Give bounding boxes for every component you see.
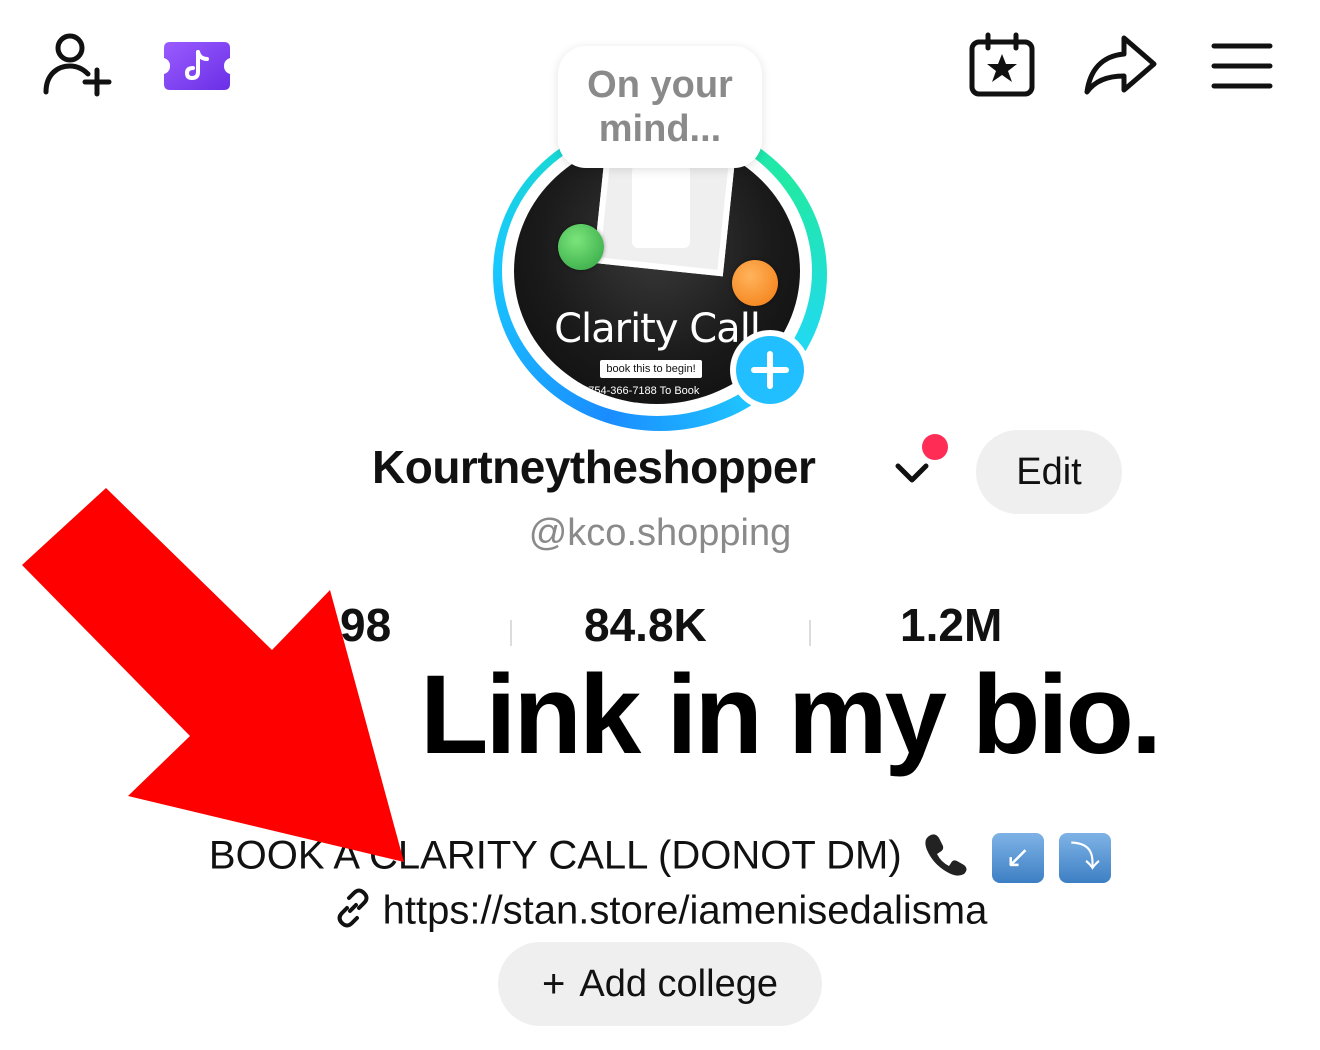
phone-bubble-icon bbox=[732, 260, 778, 306]
add-college-label: Add college bbox=[579, 962, 778, 1005]
avatar-phone-text: ✆ 754-366-7188 To Book bbox=[576, 385, 700, 397]
overlay-caption: Link in my bio. bbox=[420, 652, 1162, 777]
tiktok-ticket-icon bbox=[164, 42, 230, 90]
telephone-icon bbox=[919, 828, 971, 888]
arrow-curve-down-icon: ⤵ bbox=[1059, 833, 1112, 883]
note-bubble[interactable]: On your mind... bbox=[558, 46, 762, 168]
note-bubble-text: On your mind... bbox=[587, 64, 733, 150]
link-icon bbox=[333, 888, 373, 938]
red-arrow-annotation bbox=[0, 470, 440, 890]
arrow-down-left-icon: ↙ bbox=[991, 833, 1044, 883]
tiktok-ticket-button[interactable] bbox=[162, 40, 232, 92]
bio-link[interactable]: https://stan.store/iamenisedalisma bbox=[0, 888, 1320, 938]
stat-divider bbox=[510, 620, 512, 646]
calendar-button[interactable] bbox=[966, 32, 1038, 98]
calendar-star-icon bbox=[969, 32, 1035, 97]
add-story-button[interactable] bbox=[730, 330, 810, 410]
chat-bubble-icon bbox=[558, 224, 604, 270]
share-arrow-icon bbox=[1084, 35, 1157, 95]
followers-count[interactable]: 84.8K bbox=[584, 598, 707, 652]
stat-divider bbox=[809, 620, 811, 646]
avatar-pill-text: book this to begin! bbox=[600, 360, 702, 378]
notification-dot bbox=[922, 434, 948, 460]
note-bubble-tail bbox=[673, 190, 687, 204]
share-button[interactable] bbox=[1082, 32, 1160, 98]
likes-count[interactable]: 1.2M bbox=[900, 598, 1002, 652]
plus-icon bbox=[751, 351, 789, 389]
menu-button[interactable] bbox=[1208, 38, 1276, 94]
bio-link-text: https://stan.store/iamenisedalisma bbox=[382, 888, 988, 933]
add-college-button[interactable]: + Add college bbox=[498, 942, 822, 1026]
plus-icon: + bbox=[542, 961, 566, 1006]
add-friend-button[interactable] bbox=[40, 30, 116, 100]
person-plus-icon bbox=[43, 33, 112, 97]
edit-profile-button[interactable]: Edit bbox=[976, 430, 1122, 514]
hamburger-menu-icon bbox=[1211, 43, 1273, 89]
